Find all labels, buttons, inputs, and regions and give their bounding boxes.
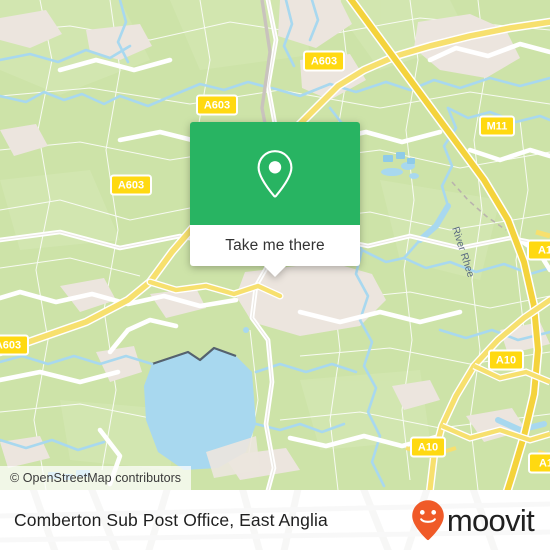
road-shield-label: A10 <box>418 441 438 453</box>
road-shield-label: A10 <box>496 354 516 366</box>
map-pin-icon <box>257 149 293 198</box>
osm-attribution: © OpenStreetMap contributors <box>0 466 192 490</box>
road-shield-label: A603 <box>0 339 21 351</box>
road-shield-m11-4: M11 <box>479 115 515 137</box>
road-shield-a1-7: A1 <box>527 239 550 261</box>
road-shield-a603-2: A603 <box>110 174 152 196</box>
take-me-there-button[interactable]: Take me there <box>190 225 360 277</box>
bottom-info-bar: Comberton Sub Post Office, East Anglia m… <box>0 490 550 550</box>
road-shield-a1-8: A1 <box>528 452 550 474</box>
road-shield-label: A1 <box>538 244 550 256</box>
road-shield-a10-6: A10 <box>410 436 446 458</box>
map-popup-card[interactable]: Take me there <box>190 122 360 277</box>
moovit-smiley-pin-icon <box>412 500 444 541</box>
moovit-logo: moovit <box>411 499 535 541</box>
osm-attribution-text: © OpenStreetMap contributors <box>10 471 182 485</box>
popup-image-area <box>190 122 360 225</box>
road-shield-a603-0: A603 <box>303 50 345 72</box>
popup-tail <box>264 266 286 277</box>
road-shield-label: A603 <box>204 99 230 111</box>
take-me-there-label: Take me there <box>225 236 325 254</box>
road-shield-a10-5: A10 <box>488 349 524 371</box>
road-shield-label: A603 <box>118 179 144 191</box>
road-shield-label: M11 <box>487 120 508 132</box>
road-shield-label: A1 <box>539 457 550 469</box>
road-shield-label: A603 <box>311 55 337 67</box>
road-shield-a603-3: A603 <box>0 334 29 356</box>
page-title: Comberton Sub Post Office, East Anglia <box>14 509 328 530</box>
moovit-map-screenshot: A603A603A603A603M11A10A10A1A1 River Rhee… <box>0 0 550 550</box>
road-shield-a603-1: A603 <box>196 94 238 116</box>
moovit-wordmark: moovit <box>446 502 535 538</box>
